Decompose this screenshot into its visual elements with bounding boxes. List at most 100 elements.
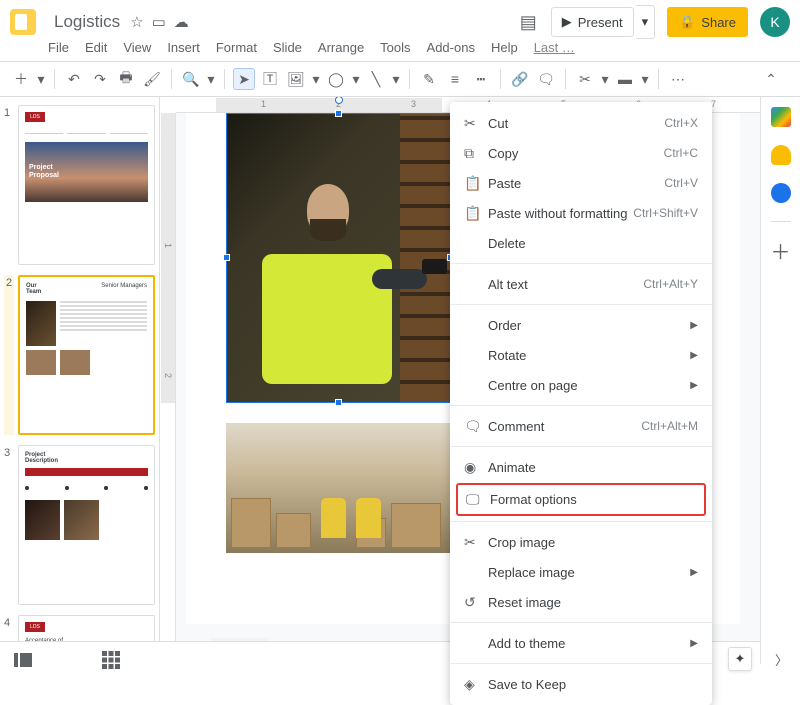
last-edit-link[interactable]: Last … [534,40,575,55]
zoom-dropdown[interactable]: ▾ [206,68,216,90]
move-icon[interactable]: ▭ [152,13,166,31]
menu-arrange[interactable]: Arrange [318,40,364,55]
ctx-animate[interactable]: ◉Animate [450,452,712,482]
resize-handle-w[interactable] [223,254,230,261]
paint-format-button[interactable]: 🖌 [141,68,163,90]
line-dropdown[interactable]: ▾ [391,68,401,90]
link-button[interactable]: 🔗 [509,68,531,90]
selected-image[interactable] [226,113,451,403]
ctx-reset-image[interactable]: ↺Reset image [450,587,712,617]
print-button[interactable]: 🖶 [115,68,137,90]
thumb-number-2: 2 [4,275,14,435]
submenu-arrow-icon: ▶ [690,567,698,578]
slide-filmstrip: 1 LDS Project Proposal 2 Our TeamSenior … [0,97,160,664]
ctx-copy[interactable]: ⧉CopyCtrl+C [450,138,712,168]
ctx-rotate[interactable]: Rotate▶ [450,340,712,370]
more-button[interactable]: ⋯ [667,68,689,90]
menu-tools[interactable]: Tools [380,40,410,55]
warehouse-image[interactable] [226,423,451,553]
ctx-save-to-keep[interactable]: ◈Save to Keep [450,669,712,699]
thumb-number-1: 1 [4,105,14,265]
slides-logo-icon[interactable] [10,9,36,35]
recolor-dropdown[interactable]: ▾ [640,68,650,90]
menu-file[interactable]: File [48,40,69,55]
ctx-paste-without-formatting[interactable]: 📋Paste without formattingCtrl+Shift+V [450,198,712,228]
slide-thumb-3[interactable]: Project Description [18,445,155,605]
slide-thumb-2[interactable]: Our TeamSenior Managers [18,275,155,435]
slide-thumb-1[interactable]: LDS Project Proposal [18,105,155,265]
keep-icon: ◈ [464,676,488,693]
menu-insert[interactable]: Insert [167,40,200,55]
present-dropdown[interactable]: ▾ [636,5,656,39]
doc-title[interactable]: Logistics [54,12,120,32]
cloud-icon[interactable]: ☁ [174,13,189,31]
thumb-number-3: 3 [4,445,14,605]
comment-button[interactable]: 🗨 [535,68,557,90]
keep-icon[interactable] [771,145,791,165]
menu-view[interactable]: View [123,40,151,55]
menu-edit[interactable]: Edit [85,40,107,55]
copy-icon: ⧉ [464,145,488,162]
resize-handle-s[interactable] [335,399,342,406]
image-dropdown[interactable]: ▾ [311,68,321,90]
cut-icon: ✂ [464,115,488,132]
star-icon[interactable]: ☆ [130,13,143,31]
zoom-button[interactable]: 🔍 [180,68,202,90]
resize-handle-n[interactable] [335,110,342,117]
tasks-icon[interactable] [771,183,791,203]
account-avatar[interactable]: K [760,7,790,37]
thumb2-right-title: Senior Managers [101,283,147,295]
recolor-button[interactable]: ▬ [614,68,636,90]
ctx-replace-image[interactable]: Replace image▶ [450,557,712,587]
new-slide-dropdown[interactable]: ▾ [36,68,46,90]
ctx-alt-text[interactable]: Alt textCtrl+Alt+Y [450,269,712,299]
textbox-tool[interactable]: 🅃 [259,68,281,90]
ctx-format-options[interactable]: 🖵Format options [456,483,706,516]
addons-plus-icon[interactable]: ＋ [771,240,791,260]
undo-button[interactable]: ↶ [63,68,85,90]
border-color-button[interactable]: ✎ [418,68,440,90]
ctx-crop-image[interactable]: ✂Crop image [450,527,712,557]
present-button[interactable]: ▶ Present [551,7,634,37]
menu-format[interactable]: Format [216,40,257,55]
ctx-cut[interactable]: ✂CutCtrl+X [450,108,712,138]
shape-dropdown[interactable]: ▾ [351,68,361,90]
thumb1-logo: LDS [25,112,45,122]
explore-button[interactable]: ✦ [728,647,752,671]
ruler-vertical[interactable]: 1 2 [160,113,176,664]
ctx-centre-on-page[interactable]: Centre on page▶ [450,370,712,400]
hide-sidepanel-chevron-icon[interactable]: 〉 [775,650,788,669]
grid-view-icon[interactable] [102,651,120,669]
ctx-paste[interactable]: 📋PasteCtrl+V [450,168,712,198]
submenu-arrow-icon: ▶ [690,350,698,361]
comment-icon: 🗨 [464,418,488,435]
menu-help[interactable]: Help [491,40,518,55]
menu-slide[interactable]: Slide [273,40,302,55]
comments-icon[interactable]: ▤ [520,12,537,33]
line-tool[interactable]: ╲ [365,68,387,90]
ctx-add-to-theme[interactable]: Add to theme▶ [450,628,712,658]
rotate-handle[interactable] [335,97,343,104]
menu-addons[interactable]: Add-ons [427,40,475,55]
play-icon: ▶ [562,14,572,30]
animate-icon: ◉ [464,459,488,476]
select-tool[interactable]: ➤ [233,68,255,90]
new-slide-button[interactable]: ＋ [10,68,32,90]
thumb3-title: Project Description [25,452,148,464]
submenu-arrow-icon: ▶ [690,380,698,391]
ctx-order[interactable]: Order▶ [450,310,712,340]
calendar-icon[interactable] [771,107,791,127]
border-dash-button[interactable]: ┅ [470,68,492,90]
mask-image-button[interactable]: ✂ [574,68,596,90]
shape-tool[interactable]: ◯ [325,68,347,90]
ctx-delete[interactable]: Delete [450,228,712,258]
border-weight-button[interactable]: ≡ [444,68,466,90]
mask-dropdown[interactable]: ▾ [600,68,610,90]
collapse-toolbar-button[interactable]: ⌃ [760,68,782,90]
ctx-comment[interactable]: 🗨CommentCtrl+Alt+M [450,411,712,441]
redo-button[interactable]: ↷ [89,68,111,90]
context-menu: ✂CutCtrl+X ⧉CopyCtrl+C 📋PasteCtrl+V 📋Pas… [450,102,712,705]
share-button[interactable]: 🔒 Share [667,7,748,37]
image-tool[interactable]: 🖼 [285,68,307,90]
filmstrip-view-icon[interactable] [14,651,32,669]
